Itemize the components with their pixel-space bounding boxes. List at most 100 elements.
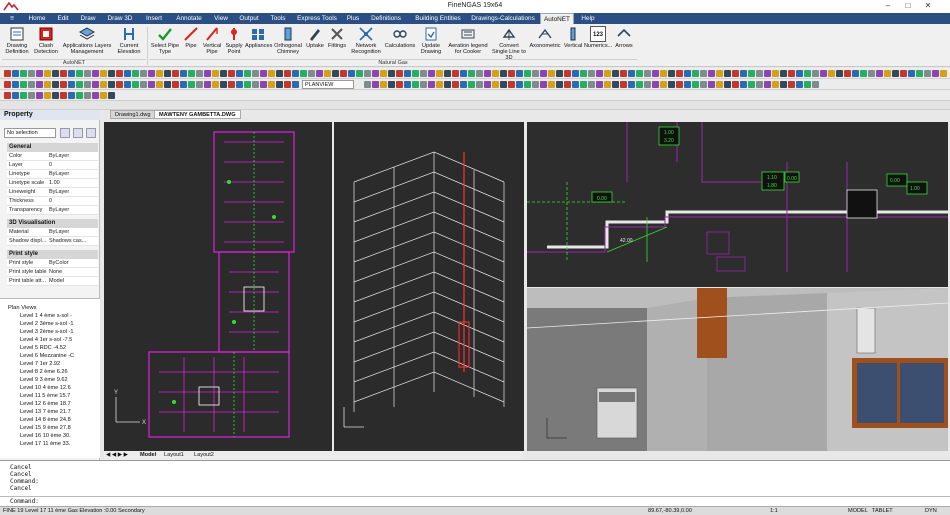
toolbar-tool-icon[interactable] bbox=[84, 92, 91, 99]
tab-help[interactable]: Help bbox=[578, 13, 598, 24]
toolbar-tool-icon[interactable] bbox=[244, 81, 251, 88]
tree-item[interactable]: Level 9 3 ème 9.62 bbox=[20, 377, 88, 383]
toolbar-tool-icon[interactable] bbox=[100, 81, 107, 88]
toolbar-tool-icon[interactable] bbox=[4, 81, 11, 88]
toolbar-tool-icon[interactable] bbox=[508, 70, 515, 77]
toolbar-tool-icon[interactable] bbox=[108, 81, 115, 88]
toolbar-tool-icon[interactable] bbox=[172, 70, 179, 77]
toolbar-tool-icon[interactable] bbox=[412, 81, 419, 88]
toolbar-tool-icon[interactable] bbox=[116, 81, 123, 88]
toolbar-tool-icon[interactable] bbox=[796, 70, 803, 77]
tree-item[interactable]: Level 4 1er s-sol -7.5 bbox=[20, 337, 88, 343]
toolbar-tool-icon[interactable] bbox=[628, 70, 635, 77]
toolbar-tool-icon[interactable] bbox=[484, 70, 491, 77]
toolbar-tool-icon[interactable] bbox=[692, 70, 699, 77]
uptake-button[interactable]: Uptake bbox=[305, 26, 325, 60]
toolbar-tool-icon[interactable] bbox=[908, 70, 915, 77]
toolbar-tool-icon[interactable] bbox=[556, 70, 563, 77]
toolbar-tool-icon[interactable] bbox=[580, 70, 587, 77]
tab-layout2[interactable]: Layout2 bbox=[194, 451, 214, 460]
tree-item[interactable]: Level 15 9 ème 27.8 bbox=[20, 425, 88, 431]
toolbar-tool-icon[interactable] bbox=[188, 70, 195, 77]
property-row[interactable]: Shadow displ... Shadows cas... bbox=[7, 237, 98, 246]
toolbar-tool-icon[interactable] bbox=[556, 81, 563, 88]
orthogonal-chimney-button[interactable]: Orthogonal Chimney bbox=[272, 26, 304, 60]
toolbar-tool-icon[interactable] bbox=[708, 81, 715, 88]
property-row[interactable]: Layer 0 bbox=[7, 161, 98, 170]
toolbar-tool-icon[interactable] bbox=[468, 81, 475, 88]
tree-item[interactable]: Level 17 11 ème 33. bbox=[20, 441, 88, 447]
toolbar-tool-icon[interactable] bbox=[364, 70, 371, 77]
toolbar-tool-icon[interactable] bbox=[452, 81, 459, 88]
toolbar-tool-icon[interactable] bbox=[692, 81, 699, 88]
toolbar-tool-icon[interactable] bbox=[140, 81, 147, 88]
toolbar-tool-icon[interactable] bbox=[12, 70, 19, 77]
toolbar-tool-icon[interactable] bbox=[764, 70, 771, 77]
toolbar-tool-icon[interactable] bbox=[684, 81, 691, 88]
toolbar-tool-icon[interactable] bbox=[596, 70, 603, 77]
numerics-button[interactable]: 123 Numerics... bbox=[584, 26, 612, 60]
toolbar-tool-icon[interactable] bbox=[492, 70, 499, 77]
quick-select-icon[interactable] bbox=[60, 128, 70, 138]
view-combo[interactable]: PLANVIEW bbox=[302, 80, 354, 89]
toolbar-tool-icon[interactable] bbox=[468, 70, 475, 77]
tree-item[interactable]: Level 7 1er 2.92 bbox=[20, 361, 88, 367]
toolbar-tool-icon[interactable] bbox=[700, 70, 707, 77]
toolbar-tool-icon[interactable] bbox=[444, 70, 451, 77]
toolbar-tool-icon[interactable] bbox=[52, 92, 59, 99]
toolbar-tool-icon[interactable] bbox=[740, 70, 747, 77]
toolbar-tool-icon[interactable] bbox=[148, 81, 155, 88]
toolbar-tool-icon[interactable] bbox=[572, 70, 579, 77]
toolbar-tool-icon[interactable] bbox=[892, 70, 899, 77]
viewport-floor-plan[interactable]: Y X bbox=[104, 122, 332, 451]
toolbar-tool-icon[interactable] bbox=[940, 70, 947, 77]
toolbar-tool-icon[interactable] bbox=[260, 81, 267, 88]
toolbar-tool-icon[interactable] bbox=[124, 70, 131, 77]
toolbar-tool-icon[interactable] bbox=[156, 70, 163, 77]
toolbar-tool-icon[interactable] bbox=[372, 81, 379, 88]
toolbar-tool-icon[interactable] bbox=[772, 70, 779, 77]
property-row[interactable]: Linetype scale 1.00 bbox=[7, 179, 98, 188]
toolbar-tool-icon[interactable] bbox=[884, 70, 891, 77]
toolbar-tool-icon[interactable] bbox=[644, 70, 651, 77]
tree-item[interactable]: Level 3 2ème s-sol -1 bbox=[20, 329, 88, 335]
toolbar-tool-icon[interactable] bbox=[108, 92, 115, 99]
supply-point-button[interactable]: Supply Point bbox=[224, 26, 244, 60]
property-row[interactable]: Thickness 0 bbox=[7, 197, 98, 206]
toolbar-tool-icon[interactable] bbox=[612, 81, 619, 88]
toggle-pickadd-icon[interactable] bbox=[86, 128, 96, 138]
toolbar-tool-icon[interactable] bbox=[772, 81, 779, 88]
toolbar-tool-icon[interactable] bbox=[388, 70, 395, 77]
toolbar-tool-icon[interactable] bbox=[476, 70, 483, 77]
tab-edit[interactable]: Edit bbox=[52, 13, 74, 24]
toolbar-tool-icon[interactable] bbox=[108, 70, 115, 77]
doc-tab-mawteny[interactable]: MAWTENY GAMBETTA.DWG bbox=[154, 110, 241, 119]
close-icon[interactable]: ✕ bbox=[920, 1, 936, 12]
toolbar-tool-icon[interactable] bbox=[756, 70, 763, 77]
vertical-button[interactable]: Vertical bbox=[563, 26, 583, 60]
toolbar-tool-icon[interactable] bbox=[484, 81, 491, 88]
pipe-button[interactable]: Pipe bbox=[182, 26, 200, 60]
toolbar-tool-icon[interactable] bbox=[220, 81, 227, 88]
toolbar-tool-icon[interactable] bbox=[676, 81, 683, 88]
toolbar-tool-icon[interactable] bbox=[132, 81, 139, 88]
toolbar-tool-icon[interactable] bbox=[164, 81, 171, 88]
toolbar-tool-icon[interactable] bbox=[244, 70, 251, 77]
toolbar-tool-icon[interactable] bbox=[68, 81, 75, 88]
toolbar-tool-icon[interactable] bbox=[52, 70, 59, 77]
tab-building-entities[interactable]: Building Entities bbox=[410, 13, 466, 24]
toolbar-tool-icon[interactable] bbox=[388, 81, 395, 88]
tree-item[interactable]: Level 12 6 ème 18.7 bbox=[20, 401, 88, 407]
toolbar-tool-icon[interactable] bbox=[44, 81, 51, 88]
toolbar-tool-icon[interactable] bbox=[12, 81, 19, 88]
toolbar-tool-icon[interactable] bbox=[76, 70, 83, 77]
toolbar-tool-icon[interactable] bbox=[188, 81, 195, 88]
toolbar-tool-icon[interactable] bbox=[748, 81, 755, 88]
toolbar-tool-icon[interactable] bbox=[724, 81, 731, 88]
toolbar-tool-icon[interactable] bbox=[292, 70, 299, 77]
toolbar-tool-icon[interactable] bbox=[156, 81, 163, 88]
toolbar-tool-icon[interactable] bbox=[860, 70, 867, 77]
toolbar-tool-icon[interactable] bbox=[812, 81, 819, 88]
layers-management-button[interactable]: Applications Layers Management bbox=[62, 26, 112, 60]
toolbar-tool-icon[interactable] bbox=[60, 70, 67, 77]
